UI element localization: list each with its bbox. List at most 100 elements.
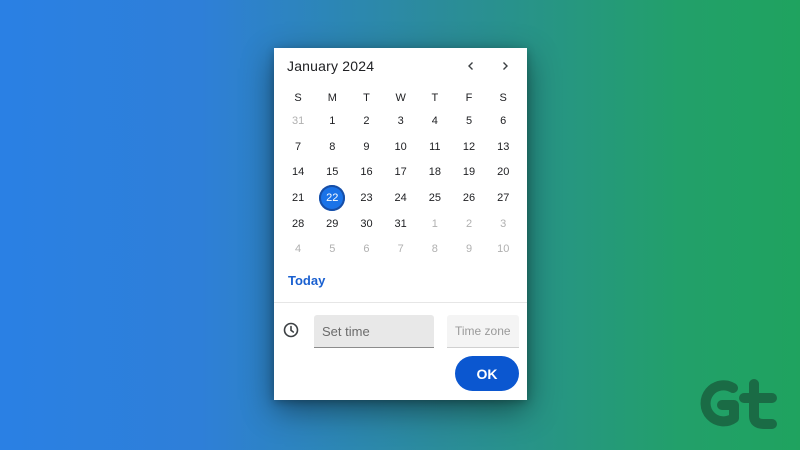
day-cell[interactable]: 27 bbox=[486, 185, 520, 211]
day-cell[interactable]: 7 bbox=[281, 134, 315, 160]
day-number: 7 bbox=[397, 243, 404, 256]
day-cell[interactable]: 8 bbox=[315, 134, 349, 160]
day-number: 16 bbox=[360, 166, 373, 179]
day-number: 11 bbox=[429, 140, 441, 153]
day-cell[interactable]: 10 bbox=[384, 134, 418, 160]
day-number: 4 bbox=[295, 243, 302, 256]
day-number: 30 bbox=[360, 217, 373, 230]
day-number: 28 bbox=[291, 217, 305, 230]
day-cell[interactable]: 31 bbox=[384, 211, 418, 237]
day-cell[interactable]: 3 bbox=[384, 108, 418, 134]
clock-icon bbox=[283, 322, 299, 338]
day-cell[interactable]: 3 bbox=[486, 211, 520, 237]
day-number: 29 bbox=[326, 217, 339, 230]
day-cell[interactable]: 5 bbox=[315, 236, 349, 262]
day-cell[interactable]: 25 bbox=[418, 185, 452, 211]
day-cell[interactable]: 4 bbox=[281, 236, 315, 262]
day-cell[interactable]: 11 bbox=[418, 134, 452, 160]
day-number: 14 bbox=[291, 166, 305, 179]
day-cell[interactable]: 18 bbox=[418, 159, 452, 185]
day-cell[interactable]: 1 bbox=[315, 108, 349, 134]
day-number: 8 bbox=[329, 140, 336, 153]
chevron-right-icon bbox=[503, 62, 508, 70]
day-number: 7 bbox=[295, 140, 302, 153]
previous-month-button[interactable] bbox=[461, 56, 481, 76]
day-number: 20 bbox=[497, 166, 510, 179]
day-cell[interactable]: 6 bbox=[349, 236, 383, 262]
day-cell[interactable]: 17 bbox=[384, 159, 418, 185]
day-number: 1 bbox=[329, 114, 336, 127]
day-cell[interactable]: 23 bbox=[349, 185, 383, 211]
day-cell[interactable]: 21 bbox=[281, 185, 315, 211]
gt-logo-icon bbox=[700, 379, 777, 429]
day-cell[interactable]: 19 bbox=[452, 159, 486, 185]
time-zone-input[interactable] bbox=[447, 315, 519, 348]
calendar-header: January 2024 bbox=[274, 48, 527, 84]
weekday-header: F bbox=[465, 92, 473, 104]
day-cell[interactable]: 10 bbox=[486, 236, 520, 262]
day-number: 6 bbox=[500, 114, 507, 127]
day-cell[interactable]: 14 bbox=[281, 159, 315, 185]
weekday-header: T bbox=[431, 92, 439, 104]
day-cell[interactable]: 2 bbox=[452, 211, 486, 237]
ok-button[interactable]: OK bbox=[455, 356, 519, 391]
day-cell[interactable]: 13 bbox=[486, 134, 520, 160]
day-cell[interactable]: 15 bbox=[315, 159, 349, 185]
day-cell[interactable]: 16 bbox=[349, 159, 383, 185]
day-cell[interactable]: 28 bbox=[281, 211, 315, 237]
date-picker-dialog: January 2024 S M T W T F S 31 1 2 3 4 5 6 7 8 9 10 11 12 13 1… bbox=[274, 48, 527, 400]
day-cell[interactable]: 1 bbox=[418, 211, 452, 237]
day-cell[interactable]: 6 bbox=[486, 108, 520, 134]
day-cell[interactable]: 31 bbox=[281, 108, 315, 134]
day-number: 24 bbox=[394, 191, 407, 204]
day-cell[interactable]: 9 bbox=[349, 134, 383, 160]
day-number: 31 bbox=[291, 114, 305, 127]
day-number: 6 bbox=[363, 243, 370, 256]
day-cell[interactable]: 9 bbox=[452, 236, 486, 262]
weekday-header: S bbox=[499, 92, 507, 104]
today-button[interactable]: Today bbox=[288, 273, 325, 288]
day-number: 3 bbox=[500, 217, 507, 230]
weekday-header: W bbox=[395, 92, 406, 104]
weekday-header: T bbox=[363, 92, 370, 104]
day-cell[interactable]: 8 bbox=[418, 236, 452, 262]
day-number: 2 bbox=[465, 217, 473, 230]
day-number: 4 bbox=[431, 114, 438, 127]
divider bbox=[274, 302, 527, 303]
day-number: 23 bbox=[360, 191, 373, 204]
day-number: 18 bbox=[428, 166, 441, 179]
day-cell[interactable]: 24 bbox=[384, 185, 418, 211]
day-cell[interactable]: 30 bbox=[349, 211, 383, 237]
day-number: 19 bbox=[462, 166, 476, 179]
chevron-left-icon bbox=[468, 62, 473, 70]
day-cell[interactable]: 29 bbox=[315, 211, 349, 237]
day-cell[interactable]: 20 bbox=[486, 159, 520, 185]
day-cell[interactable]: 5 bbox=[452, 108, 486, 134]
day-number: 10 bbox=[497, 243, 510, 256]
calendar-grid: S M T W T F S 31 1 2 3 4 5 6 7 8 9 10 11 12 13 14 15 16 17 18 19 20… bbox=[281, 88, 520, 262]
day-number: 5 bbox=[465, 114, 473, 127]
day-cell[interactable]: 7 bbox=[384, 236, 418, 262]
day-number: 27 bbox=[497, 191, 510, 204]
day-number: 2 bbox=[363, 114, 370, 127]
day-number: 9 bbox=[363, 140, 370, 153]
day-number: 3 bbox=[397, 114, 404, 127]
day-cell[interactable]: 4 bbox=[418, 108, 452, 134]
day-cell[interactable]: 12 bbox=[452, 134, 486, 160]
day-cell-selected[interactable]: 22 bbox=[315, 184, 349, 211]
weekday-header: M bbox=[327, 92, 337, 104]
day-number: 25 bbox=[428, 191, 441, 204]
day-number: 21 bbox=[291, 191, 305, 204]
day-cell[interactable]: 26 bbox=[452, 185, 486, 211]
day-number: 9 bbox=[465, 243, 473, 256]
day-number: 26 bbox=[462, 191, 476, 204]
next-month-button[interactable] bbox=[495, 56, 515, 76]
day-number: 15 bbox=[326, 166, 339, 179]
day-number: 22 bbox=[319, 184, 346, 211]
month-label: January 2024 bbox=[287, 58, 375, 74]
set-time-input[interactable] bbox=[314, 315, 434, 348]
day-number: 1 bbox=[431, 217, 438, 230]
day-number: 5 bbox=[329, 243, 336, 256]
day-cell[interactable]: 2 bbox=[349, 108, 383, 134]
weekday-header: S bbox=[294, 92, 302, 104]
